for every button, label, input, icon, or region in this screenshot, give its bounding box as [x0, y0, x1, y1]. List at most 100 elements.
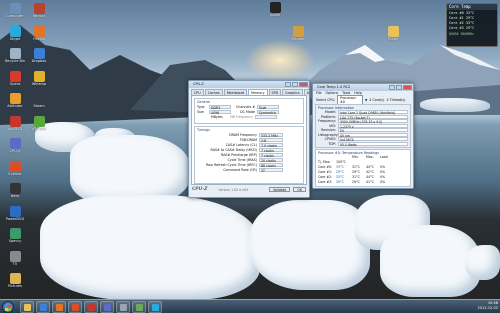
cpu-z-icon: [9, 138, 21, 149]
skype-icon: [9, 25, 21, 37]
info-value: LGA 775 (Socket T): [338, 114, 408, 120]
processor-info-group: Processor Information Model: Intel Core 2…: [315, 104, 411, 148]
tab-mainboard[interactable]: Mainboard: [223, 89, 248, 95]
tv-icon: [9, 250, 21, 262]
menu-file[interactable]: File: [316, 91, 322, 96]
timing-value: 88 clocks: [259, 162, 283, 168]
nero-icon: [9, 183, 21, 194]
info-label: Frequency:: [318, 119, 336, 124]
desktop-icon-pictures[interactable]: Pictures: [2, 273, 28, 299]
coretemp-gadget[interactable]: Core Temp Core #0 33°C Core #1 29°C Core #…: [446, 3, 498, 47]
tab-about[interactable]: About: [303, 89, 309, 95]
info-label: Platform:: [320, 114, 336, 119]
minimize-icon[interactable]: [285, 82, 291, 87]
ok-button[interactable]: OK: [293, 187, 306, 192]
taskbar-app-media[interactable]: [52, 301, 66, 313]
taskbar-app-explorer[interactable]: [20, 301, 34, 313]
info-value: 3000.00MHz (333.33 x 9.0): [338, 119, 408, 124]
computer-icon: [9, 3, 21, 14]
cpuz-brand: CPU-Z: [192, 187, 208, 192]
info-label: Lithography:: [318, 132, 339, 137]
desktop-icon-folder[interactable]: Folder: [380, 26, 406, 52]
validate-button[interactable]: Validate: [268, 187, 291, 192]
recuva-icon: [33, 3, 45, 14]
select-cpu-label: Select CPU:: [316, 97, 336, 102]
size-value: 4096 MBytes: [209, 109, 231, 119]
info-value: 45 nm: [338, 132, 408, 138]
tab-caches[interactable]: Caches: [204, 89, 223, 95]
size-label: Size: [197, 109, 204, 114]
folder-icon: [387, 26, 399, 37]
pictures-icon: [9, 273, 21, 284]
type-label: Type: [197, 104, 205, 109]
taskbar-app-coretemp[interactable]: [116, 301, 130, 313]
temp-row: Core #3: 29°C 29°C 41°C 0%: [318, 180, 408, 185]
info-label: VID:: [329, 123, 336, 128]
taskbar-app-opera[interactable]: [84, 301, 98, 313]
tab-graphics[interactable]: Graphics: [282, 89, 303, 95]
timing-label: CAS# Latency (CL): [225, 142, 257, 147]
general-group: General Type DDR3 Channels # Dual Size 4096 …: [194, 98, 304, 124]
info-value: 95.0 Watts: [338, 141, 408, 147]
explorer-icon: [23, 304, 31, 311]
taskbar-app-skype[interactable]: [148, 301, 162, 313]
close-icon[interactable]: [403, 85, 412, 90]
cpuz-panel: General Type DDR3 Channels # Dual Size 4096 …: [191, 95, 307, 185]
mapper-icon: [292, 26, 304, 37]
coretemp-icon: [119, 304, 127, 311]
type-value: DDR3: [209, 104, 231, 110]
maximize-icon[interactable]: [292, 82, 298, 87]
anydvd-icon: [9, 115, 21, 127]
timing-label: RAS# Precharge (tRP): [220, 152, 257, 157]
temp-header: Max.: [366, 155, 374, 159]
firefox-icon: [33, 25, 45, 37]
dcmode-label: DC Mode: [240, 109, 255, 114]
timing-value: 2:8: [259, 137, 283, 143]
timing-value: 20 clocks: [259, 157, 283, 163]
start-button[interactable]: [2, 301, 14, 313]
tab-cpu[interactable]: CPU: [191, 89, 204, 95]
desktop-icon-mapper[interactable]: Mapper: [285, 26, 311, 52]
cpuz-window[interactable]: CPU-Z CPU Caches Mainboard Memory SPD Graphic…: [188, 80, 310, 198]
temp-header: Min.: [352, 155, 359, 159]
taskbar-app-firefox[interactable]: [68, 301, 82, 313]
opera-icon: [87, 304, 95, 311]
everest-icon: [9, 160, 21, 172]
core-label: Core #3:: [318, 180, 333, 184]
steam-icon: [33, 93, 45, 104]
timing-value: 2T: [259, 167, 283, 173]
media-icon: [55, 304, 63, 311]
maximize-icon[interactable]: [396, 85, 402, 90]
firefox-icon: [71, 304, 79, 311]
ie-icon: [39, 304, 47, 311]
timing-value: 533.2 MHz: [259, 132, 283, 138]
timing-value: 7 clocks: [259, 152, 283, 158]
taskbar-app-cpuz[interactable]: [100, 301, 114, 313]
taskbar-app-ie[interactable]: [36, 301, 50, 313]
timing-label: RAS# to CAS# Delay (tRCD): [210, 147, 257, 152]
dcmode-value: Symmetric: [257, 109, 279, 115]
cpuz-titlebar[interactable]: CPU-Z: [189, 81, 309, 88]
utorrent-icon: [33, 115, 45, 127]
close-icon[interactable]: [299, 82, 308, 87]
timing-row: Command Rate (CR) 2T: [197, 167, 301, 173]
chevron-down-icon[interactable]: ▼: [365, 98, 367, 102]
minimize-icon[interactable]: [389, 85, 395, 90]
info-value: Intel Core 2 Quad Q9650 (Yorkfield): [338, 110, 408, 115]
windows-logo-icon: [5, 305, 11, 311]
taskbar-app-paint[interactable]: [132, 301, 146, 313]
desktop-icon-apple[interactable]: Apple: [262, 2, 288, 28]
recycle-bin-icon: [9, 48, 21, 59]
clock-date: 2012-12-02: [477, 306, 498, 310]
dropbox-icon: [33, 48, 45, 59]
select-cpu-dropdown[interactable]: Processor #0: [337, 94, 364, 105]
gadget-core-line: Core #3 29°C: [449, 26, 475, 30]
nb-value: [255, 114, 277, 119]
cpuz-version: Version 1.62.0.x64: [218, 187, 249, 192]
tab-spd[interactable]: SPD: [268, 89, 282, 95]
coretemp-window[interactable]: Core Temp 1.0 RC2 File Options Tools Help S…: [312, 83, 414, 189]
desktop-icon-utorrent[interactable]: uTorrent: [26, 115, 52, 142]
tab-memory[interactable]: Memory: [248, 89, 268, 95]
coretemp-titlebar[interactable]: Core Temp 1.0 RC2: [313, 84, 413, 91]
opera-icon: [9, 70, 21, 82]
